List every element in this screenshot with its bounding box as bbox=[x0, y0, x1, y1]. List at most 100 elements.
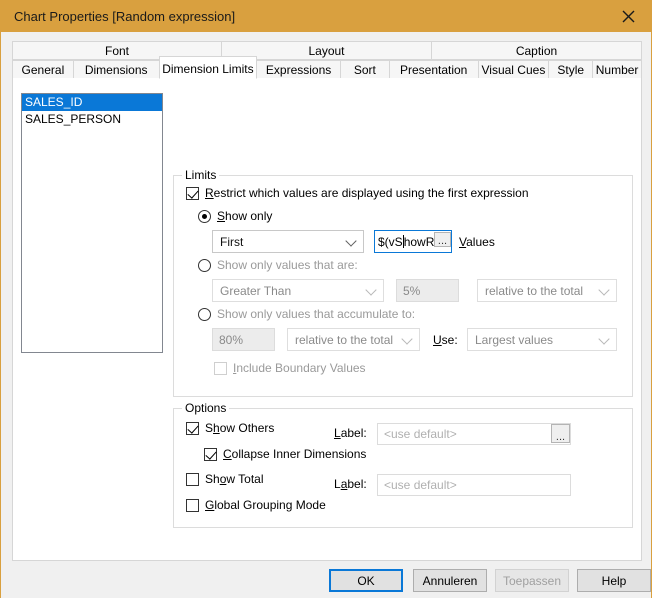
label-text: se: bbox=[441, 333, 458, 347]
radio-dot bbox=[198, 307, 211, 321]
label-text: how only bbox=[225, 209, 273, 223]
checkbox-box bbox=[204, 447, 217, 461]
restrict-values-label: Restrict which values are displayed usin… bbox=[205, 186, 529, 200]
chart-properties-dialog: Chart Properties [Random expression] Fon… bbox=[0, 0, 652, 598]
chevron-down-icon bbox=[401, 332, 413, 345]
accumulate-basis-combo[interactable]: relative to the total bbox=[287, 328, 420, 351]
restrict-values-checkbox[interactable]: Restrict which values are displayed usin… bbox=[186, 186, 529, 200]
label-text: ollapse Inner Dimensions bbox=[231, 447, 367, 461]
show-total-label: Show Total bbox=[205, 472, 264, 486]
tab-presentation[interactable]: Presentation bbox=[388, 60, 479, 79]
list-item[interactable]: SALES_ID bbox=[22, 94, 162, 111]
label-text: alues bbox=[466, 235, 495, 249]
operator-combo[interactable]: Greater Than bbox=[212, 279, 384, 302]
rank-combo-value: First bbox=[220, 234, 244, 249]
label-text: nclude Boundary Values bbox=[236, 361, 366, 375]
tab-row-lower: General Dimensions Dimension Limits Expr… bbox=[12, 56, 643, 79]
tab-dimension-limits[interactable]: Dimension Limits bbox=[158, 56, 258, 79]
tab-number[interactable]: Number bbox=[592, 60, 643, 79]
cancel-button[interactable]: Annuleren bbox=[413, 569, 487, 592]
label-text: lobal Grouping Mode bbox=[214, 498, 326, 512]
threshold-basis-value: relative to the total bbox=[485, 283, 584, 298]
value-input-text: $(vS bbox=[378, 234, 403, 249]
show-accumulate-radio[interactable]: Show only values that accumulate to: bbox=[198, 307, 415, 321]
tab-row-upper: Font Layout Caption bbox=[12, 41, 642, 60]
limits-group-title: Limits bbox=[182, 168, 220, 182]
checkbox-box bbox=[186, 421, 199, 435]
label-text: w Total bbox=[226, 472, 264, 486]
global-grouping-mode-label: Global Grouping Mode bbox=[205, 498, 326, 512]
accumulate-amount-input[interactable]: 80% bbox=[212, 328, 275, 351]
dimension-list[interactable]: SALES_ID SALES_PERSON bbox=[21, 93, 163, 353]
dialog-footer: OK Annuleren Toepassen Help bbox=[1, 561, 651, 598]
value-input-text-tail: howR bbox=[403, 234, 435, 249]
accel-key: G bbox=[205, 498, 215, 512]
show-values-that-are-label: Show only values that are: bbox=[217, 258, 358, 272]
checkbox-box bbox=[186, 472, 199, 486]
global-grouping-mode-checkbox[interactable]: Global Grouping Mode bbox=[186, 498, 326, 512]
show-only-radio[interactable]: Show only bbox=[198, 209, 272, 223]
options-group: Options Show Others Label: <use default>… bbox=[173, 401, 633, 528]
label-text: S bbox=[205, 421, 214, 435]
include-boundary-label: Include Boundary Values bbox=[233, 361, 366, 375]
accel-key: S bbox=[217, 209, 226, 223]
show-only-label: Show only bbox=[217, 209, 272, 223]
include-boundary-checkbox[interactable]: Include Boundary Values bbox=[214, 361, 366, 375]
chevron-down-icon bbox=[365, 283, 377, 296]
show-values-that-are-radio[interactable]: Show only values that are: bbox=[198, 258, 358, 272]
accel-key: L bbox=[334, 426, 341, 440]
window-title: Chart Properties [Random expression] bbox=[14, 9, 236, 24]
tab-general[interactable]: General bbox=[12, 60, 74, 79]
limits-group: Limits Restrict which values are display… bbox=[173, 168, 633, 397]
show-only-browse-button[interactable]: ... bbox=[434, 232, 451, 247]
rank-combo[interactable]: First bbox=[212, 230, 364, 253]
values-suffix-label: Values bbox=[459, 235, 495, 249]
collapse-inner-dimensions-checkbox[interactable]: Collapse Inner Dimensions bbox=[204, 447, 366, 461]
help-button[interactable]: Help bbox=[577, 569, 651, 592]
accel-key: h bbox=[213, 421, 220, 435]
checkbox-box bbox=[214, 361, 227, 375]
use-combo-value: Largest values bbox=[475, 332, 554, 347]
label-text: L bbox=[334, 477, 341, 491]
title-bar: Chart Properties [Random expression] bbox=[1, 1, 651, 32]
show-others-label: Show Others bbox=[205, 421, 274, 435]
ok-button[interactable]: OK bbox=[329, 569, 403, 592]
use-label: Use: bbox=[433, 333, 458, 347]
show-total-checkbox[interactable]: Show Total bbox=[186, 472, 264, 486]
radio-dot bbox=[198, 258, 211, 272]
checkbox-box bbox=[186, 186, 199, 200]
tab-dimensions[interactable]: Dimensions bbox=[72, 60, 160, 79]
close-icon[interactable] bbox=[605, 1, 651, 32]
checkbox-box bbox=[186, 498, 199, 512]
tab-visual-cues[interactable]: Visual Cues bbox=[477, 60, 550, 79]
show-others-label-input[interactable]: <use default> bbox=[377, 423, 571, 445]
show-others-checkbox[interactable]: Show Others bbox=[186, 421, 274, 435]
accel-key: R bbox=[205, 186, 214, 200]
accel-key: U bbox=[433, 333, 442, 347]
show-total-label-caption: Label: bbox=[334, 477, 367, 491]
apply-button: Toepassen bbox=[495, 569, 569, 592]
accel-key: C bbox=[223, 447, 232, 461]
label-text: ow Others bbox=[219, 421, 275, 435]
tab-strip: Font Layout Caption General Dimensions D… bbox=[12, 41, 643, 79]
use-combo[interactable]: Largest values bbox=[467, 328, 617, 351]
threshold-amount-input[interactable]: 5% bbox=[396, 279, 459, 302]
chevron-down-icon bbox=[598, 283, 610, 296]
radio-dot bbox=[198, 209, 211, 223]
show-others-browse-button[interactable]: ... bbox=[551, 424, 570, 443]
threshold-basis-combo[interactable]: relative to the total bbox=[477, 279, 617, 302]
show-total-label-input[interactable]: <use default> bbox=[377, 474, 571, 496]
label-text: Sh bbox=[205, 472, 220, 486]
tab-sort[interactable]: Sort bbox=[339, 60, 390, 79]
operator-combo-value: Greater Than bbox=[220, 283, 292, 298]
options-group-title: Options bbox=[182, 401, 230, 415]
show-accumulate-label: Show only values that accumulate to: bbox=[217, 307, 416, 321]
list-item[interactable]: SALES_PERSON bbox=[22, 111, 162, 128]
label-text: estrict which values are displayed using… bbox=[213, 186, 529, 200]
collapse-inner-dimensions-label: Collapse Inner Dimensions bbox=[223, 447, 366, 461]
tab-style[interactable]: Style bbox=[548, 60, 594, 79]
accumulate-basis-value: relative to the total bbox=[295, 332, 394, 347]
tab-caption[interactable]: Caption bbox=[431, 41, 642, 60]
label-text: bel: bbox=[347, 477, 367, 491]
tab-expressions[interactable]: Expressions bbox=[256, 60, 341, 79]
